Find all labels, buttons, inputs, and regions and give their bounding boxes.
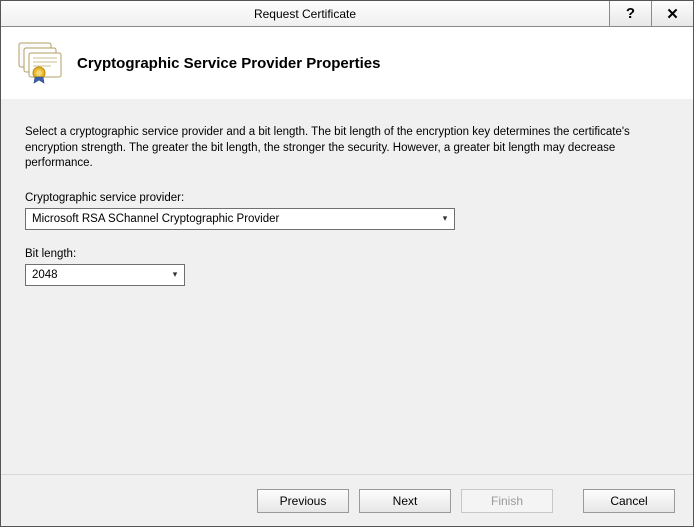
- page-title: Cryptographic Service Provider Propertie…: [77, 55, 380, 72]
- close-button[interactable]: ✕: [651, 1, 693, 26]
- finish-button: Finish: [461, 489, 553, 513]
- provider-label: Cryptographic service provider:: [25, 192, 669, 204]
- help-button[interactable]: ?: [609, 1, 651, 26]
- description-text: Select a cryptographic service provider …: [25, 125, 665, 172]
- chevron-down-icon: ▾: [166, 265, 184, 285]
- content-area: Select a cryptographic service provider …: [1, 99, 693, 474]
- close-icon: ✕: [666, 5, 679, 23]
- bitlength-select[interactable]: 2048 ▾: [25, 264, 185, 286]
- title-bar: Request Certificate ? ✕: [1, 1, 693, 27]
- next-button[interactable]: Next: [359, 489, 451, 513]
- chevron-down-icon: ▾: [436, 209, 454, 229]
- page-header: Cryptographic Service Provider Propertie…: [1, 27, 693, 99]
- bitlength-label: Bit length:: [25, 248, 669, 260]
- certificate-icon: [17, 41, 65, 85]
- cancel-button[interactable]: Cancel: [583, 489, 675, 513]
- wizard-footer: Previous Next Finish Cancel: [1, 474, 693, 526]
- window-title: Request Certificate: [1, 1, 609, 26]
- window-controls: ? ✕: [609, 1, 693, 26]
- provider-value: Microsoft RSA SChannel Cryptographic Pro…: [32, 213, 279, 225]
- provider-select[interactable]: Microsoft RSA SChannel Cryptographic Pro…: [25, 208, 455, 230]
- bitlength-value: 2048: [32, 269, 58, 281]
- previous-button[interactable]: Previous: [257, 489, 349, 513]
